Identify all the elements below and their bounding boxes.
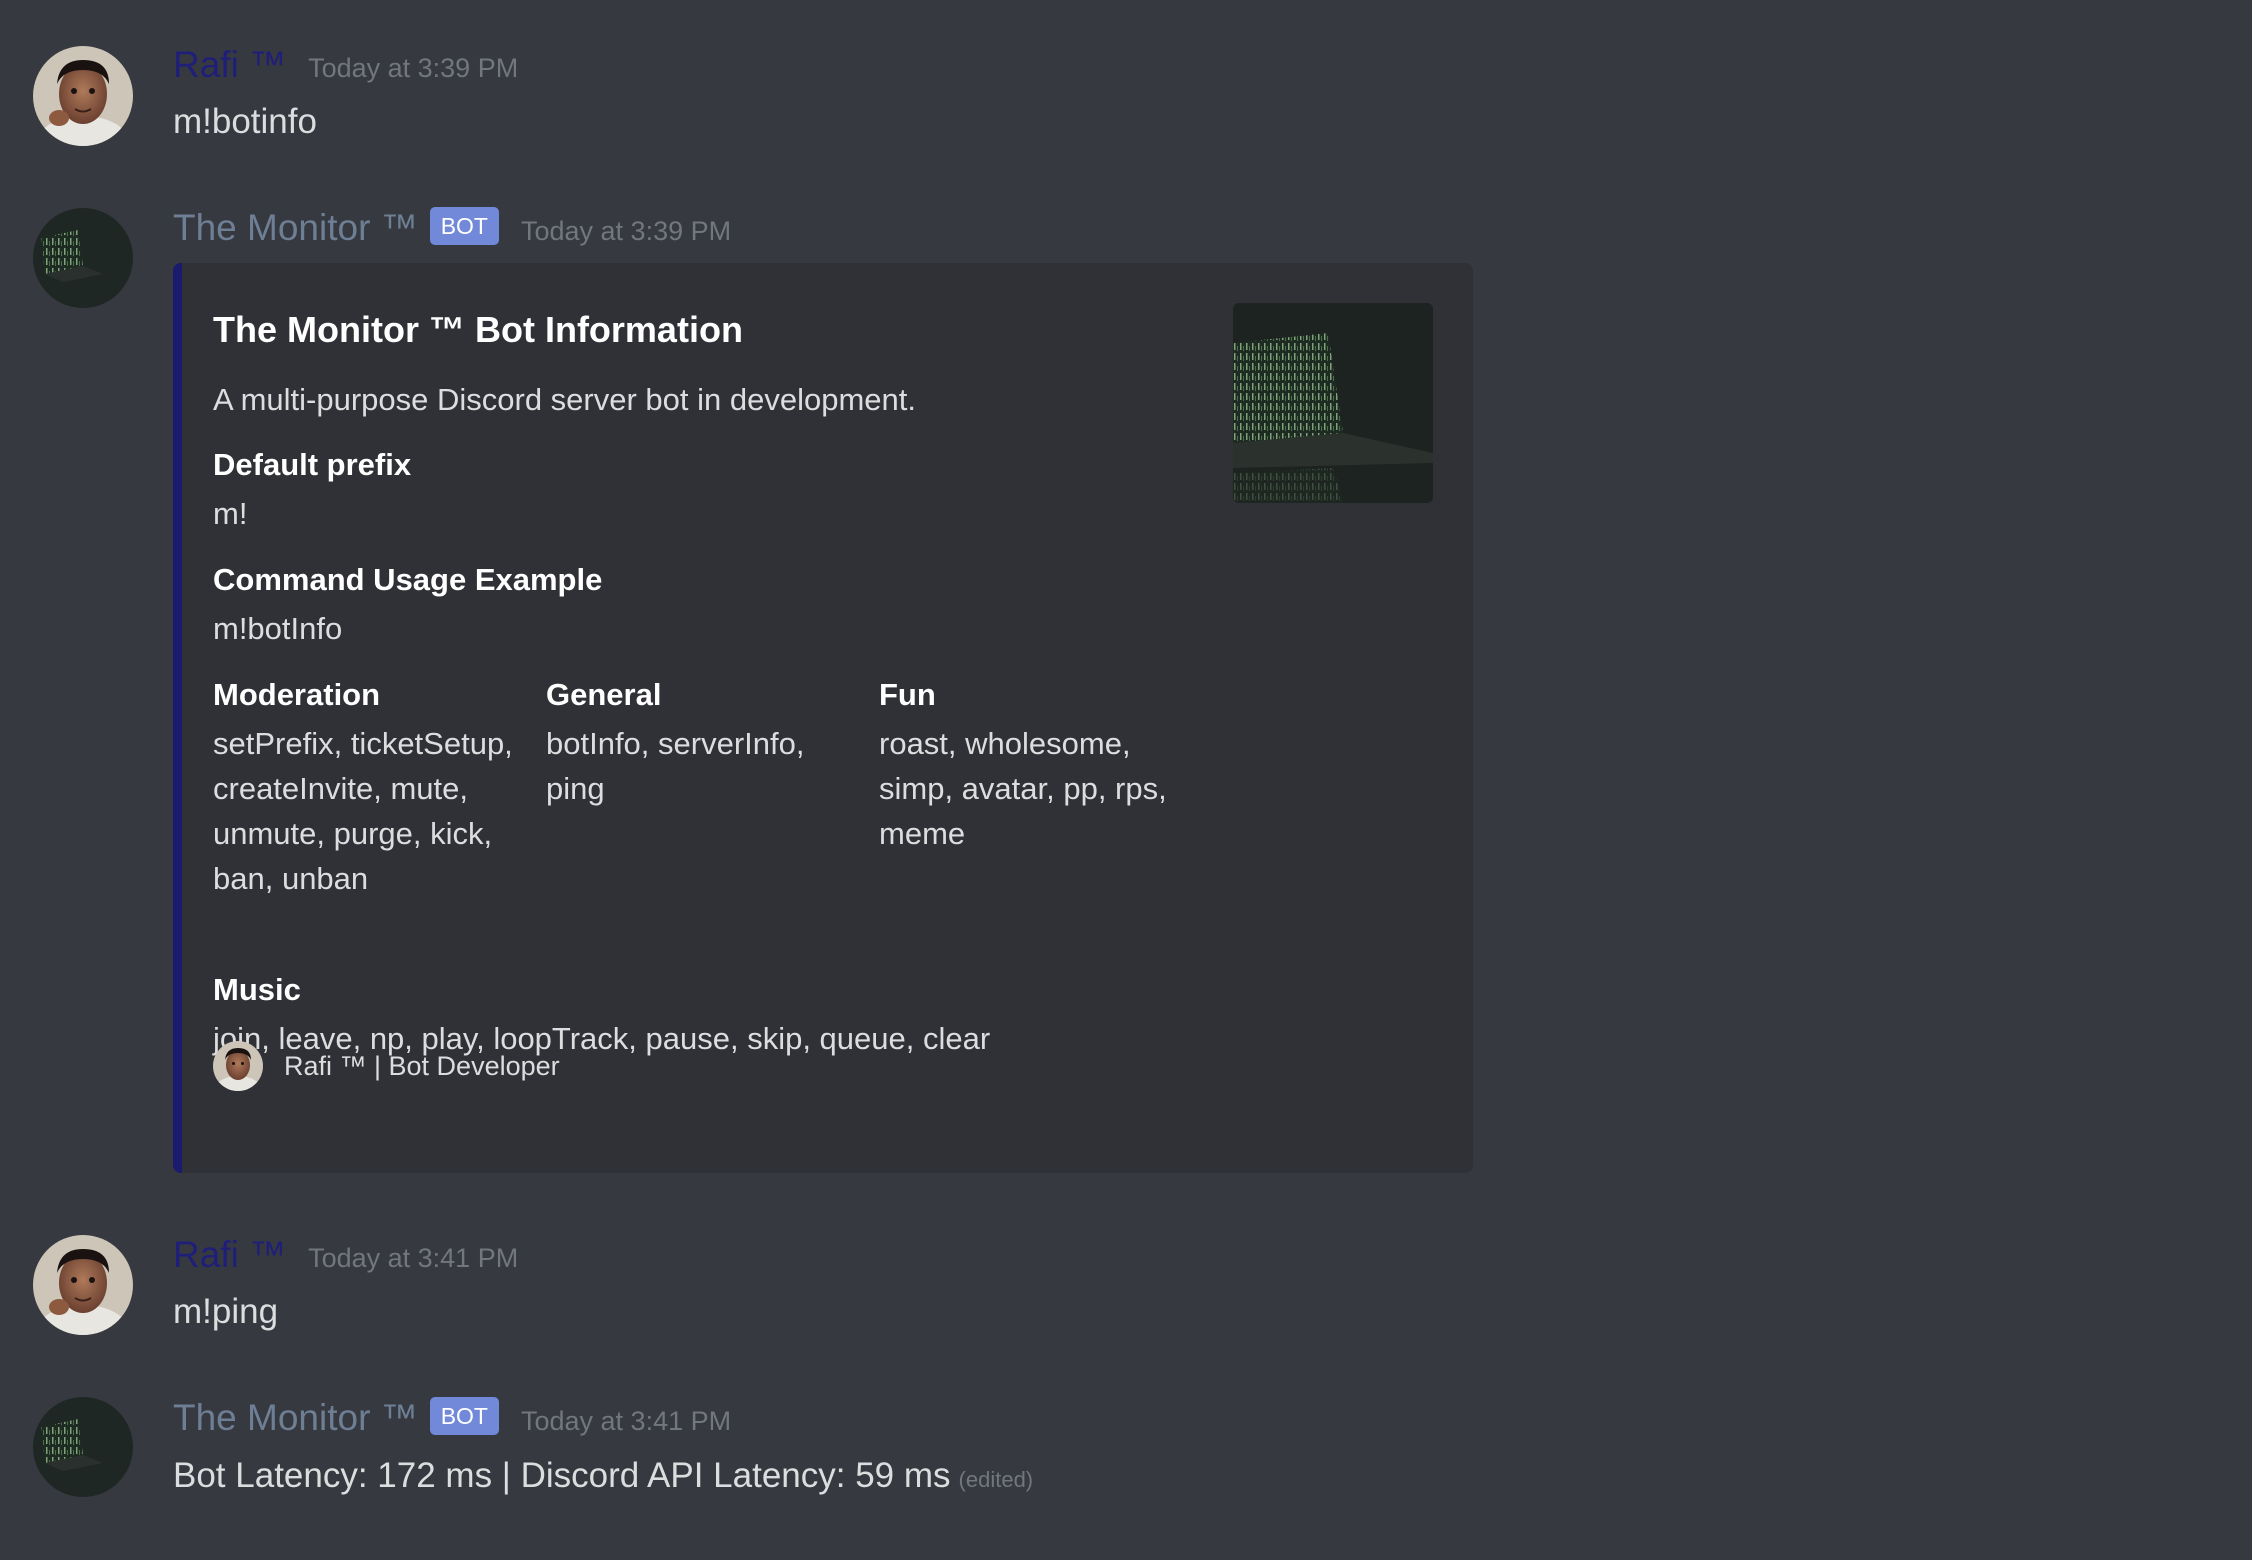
user-avatar[interactable]: [33, 1235, 133, 1335]
embed-description: A multi-purpose Discord server bot in de…: [213, 382, 916, 417]
embed-thumbnail[interactable]: [1233, 303, 1433, 503]
embed-field-fun: Fun roast, wholesome, simp, avatar, pp, …: [879, 675, 1199, 856]
message-author[interactable]: Rafi ™: [173, 43, 286, 87]
field-name: Fun: [879, 677, 936, 712]
message-timestamp[interactable]: Today at 3:41 PM: [521, 1406, 731, 1437]
message-author[interactable]: Rafi ™: [173, 1233, 286, 1277]
embed-title: The Monitor ™ Bot Information: [213, 309, 743, 350]
user-avatar-icon: [33, 1235, 133, 1335]
latency-text: Bot Latency: 172 ms | Discord API Latenc…: [173, 1456, 951, 1495]
embed-footer: Rafi ™ | Bot Developer: [213, 1041, 560, 1091]
user-avatar[interactable]: [33, 46, 133, 146]
footer-avatar: [213, 1041, 263, 1091]
field-value: roast, wholesome, simp, avatar, pp, rps,…: [879, 726, 1167, 851]
field-value: m!botInfo: [213, 611, 343, 646]
field-name: Command Usage Example: [213, 562, 603, 597]
embed-field-moderation: Moderation setPrefix, ticketSetup, creat…: [213, 675, 523, 901]
field-value: m!: [213, 496, 248, 531]
embed-thumbnail-image: [1233, 303, 1433, 503]
embed-field-general: General botInfo, serverInfo, ping: [546, 675, 846, 811]
chat-log: Rafi ™ Today at 3:39 PM m!botinfo The Mo…: [0, 0, 2252, 1560]
bot-tag-badge: BOT: [429, 207, 499, 245]
message-content: m!ping: [173, 1292, 279, 1331]
bot-avatar-icon: [33, 1397, 133, 1497]
field-name: Default prefix: [213, 447, 412, 482]
embed-field-default-prefix: Default prefix m!: [213, 445, 411, 536]
bot-tag-badge: BOT: [429, 1397, 499, 1435]
message-content: Bot Latency: 172 ms | Discord API Latenc…: [173, 1454, 1033, 1502]
message-timestamp[interactable]: Today at 3:39 PM: [308, 53, 518, 84]
field-value: setPrefix, ticketSetup, createInvite, mu…: [213, 726, 513, 896]
field-value: botInfo, serverInfo, ping: [546, 726, 805, 806]
bot-info-embed: The Monitor ™ Bot Information A multi-pu…: [173, 263, 1473, 1173]
edited-marker: (edited): [958, 1467, 1034, 1492]
field-name: Music: [213, 972, 301, 1007]
user-avatar-icon: [33, 46, 133, 146]
bot-avatar[interactable]: [33, 1397, 133, 1497]
message-timestamp[interactable]: Today at 3:39 PM: [521, 216, 731, 247]
embed-footer-text: Rafi ™ | Bot Developer: [284, 1050, 560, 1081]
bot-avatar[interactable]: [33, 208, 133, 308]
field-name: Moderation: [213, 677, 381, 712]
message-author[interactable]: The Monitor ™: [173, 206, 418, 250]
message-timestamp[interactable]: Today at 3:41 PM: [308, 1243, 518, 1274]
footer-avatar-icon: [213, 1041, 263, 1091]
embed-accent-bar: [173, 263, 182, 1173]
field-name: General: [546, 677, 662, 712]
message-author[interactable]: The Monitor ™: [173, 1396, 418, 1440]
message-content: m!botinfo: [173, 102, 317, 141]
bot-avatar-icon: [33, 208, 133, 308]
embed-field-usage-example: Command Usage Example m!botInfo: [213, 560, 602, 651]
